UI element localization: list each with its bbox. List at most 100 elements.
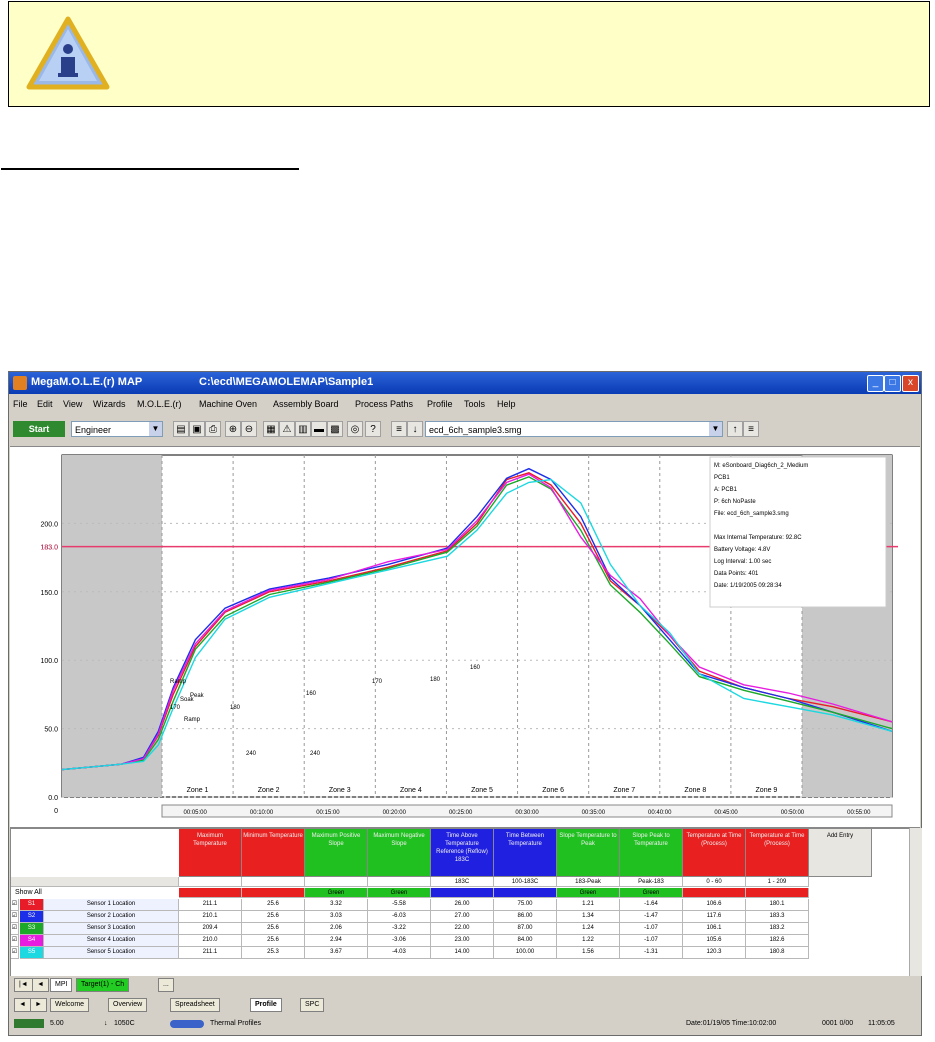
grid-value-cell: 25.3 (242, 947, 305, 959)
refresh-icon[interactable]: ◎ (347, 421, 363, 437)
sensor-name: Sensor 3 Location (44, 923, 179, 935)
toolbar: Start Engineer ▼ ▤ ▣ ⎙ ⊕ ⊖ ▦ ⚠ ▥ ▬ ▩ ◎ ?… (9, 415, 921, 443)
grid-value-cell: 1.24 (557, 923, 620, 935)
grid-value-cell: 183.2 (746, 923, 809, 935)
info-icon (26, 16, 110, 90)
tab-prev-icon[interactable]: ◄ (32, 978, 49, 992)
grid-header: Maximum Negative Slope (368, 829, 431, 877)
chevron-down-icon: ▼ (709, 422, 722, 436)
menu-tools[interactable]: Tools (464, 399, 485, 409)
menu-process-paths[interactable]: Process Paths (355, 399, 413, 409)
help-icon[interactable]: ? (365, 421, 381, 437)
x-tick-label: 00:05:00 (184, 810, 208, 816)
grid-value-cell: 23.00 (431, 935, 494, 947)
ruler-icon[interactable]: ▬ (311, 421, 327, 437)
close-button[interactable]: x (902, 375, 919, 392)
grid-value-cell: 180.1 (746, 899, 809, 911)
grid-spec-cell (368, 877, 431, 887)
menu-mole[interactable]: M.O.L.E.(r) (137, 399, 182, 409)
minimize-button[interactable]: _ (867, 375, 884, 392)
menu-assembly-board[interactable]: Assembly Board (273, 399, 339, 409)
tab-first-icon[interactable]: |◄ (14, 978, 33, 992)
x-tick-label: 00:20:00 (383, 810, 407, 816)
profile-chart[interactable]: Zone 1 Zone 2 Zone 3 Zone 4 Zone 5 Zone 6 Zone… (10, 447, 920, 827)
grid-value-cell: 180.8 (746, 947, 809, 959)
arrow-down-icon[interactable]: ↓ (407, 421, 423, 437)
grid-spec-cell: Peak-183 (620, 877, 683, 887)
grid-value-cell: 120.3 (683, 947, 746, 959)
grid-scrollbar[interactable] (909, 828, 922, 976)
save-icon[interactable]: ▣ (189, 421, 205, 437)
tab-more[interactable]: ... (158, 978, 174, 992)
info-note (8, 1, 930, 107)
start-button[interactable]: Start (13, 421, 65, 437)
menu-machine-oven[interactable]: Machine Oven (199, 399, 257, 409)
row-checkbox-icon: ☑ (11, 911, 19, 923)
profile-file-select[interactable]: ecd_6ch_sample3.smg ▼ (425, 421, 723, 437)
zoom-in-icon[interactable]: ⊕ (225, 421, 241, 437)
legend-line: M: eSonboard_Diag6ch_2_Medium (714, 463, 808, 469)
row-checkbox-icon: ☑ (11, 947, 19, 959)
grid-value-cell: 22.00 (431, 923, 494, 935)
expand-icon[interactable]: ≡ (743, 421, 759, 437)
y-tick-label: 150.0 (40, 590, 58, 597)
grid-value-cell: 106.1 (683, 923, 746, 935)
collapse-icon[interactable]: ≡ (391, 421, 407, 437)
arrow-up-icon[interactable]: ↑ (727, 421, 743, 437)
table-icon[interactable]: ▥ (295, 421, 311, 437)
grid-value-cell: 117.6 (683, 911, 746, 923)
grid-spec-cell (242, 877, 305, 887)
sensor-name: Sensor 2 Location (44, 911, 179, 923)
grid-header: Slope Peak to Temperature (620, 829, 683, 877)
menu-file[interactable]: File (13, 399, 28, 409)
print-icon[interactable]: ⎙ (205, 421, 221, 437)
menu-profile[interactable]: Profile (427, 399, 453, 409)
grid-value-cell: -6.03 (368, 911, 431, 923)
view-next-icon[interactable]: ► (30, 998, 47, 1012)
chart-annotation: 240 (246, 751, 257, 757)
zoom-out-icon[interactable]: ⊖ (241, 421, 257, 437)
legend-line: A: PCB1 (714, 487, 738, 493)
chart-annotation: 160 (470, 665, 481, 671)
menu-view[interactable]: View (63, 399, 82, 409)
grid-value-cell: -1.31 (620, 947, 683, 959)
warning-icon[interactable]: ⚠ (279, 421, 295, 437)
app-title: MegaM.O.L.E.(r) MAP (31, 376, 143, 388)
grid-icon[interactable]: ▩ (327, 421, 343, 437)
tab-welcome[interactable]: Welcome (50, 998, 90, 1012)
sensor-badge: S5 (20, 947, 44, 959)
show-all-checkbox[interactable]: Show All (15, 889, 42, 896)
tab-overview[interactable]: Overview (108, 998, 148, 1012)
mode-select[interactable]: Engineer ▼ (71, 421, 163, 437)
maximize-button[interactable]: □ (884, 375, 901, 392)
legend-line: P: 6ch NoPaste (714, 499, 756, 505)
grid-value-cell: 2.94 (305, 935, 368, 947)
grid-value-cell: 210.0 (179, 935, 242, 947)
app-logo-icon (13, 376, 27, 390)
tab-spc[interactable]: SPC (300, 998, 325, 1012)
grid-value-cell: 27.00 (431, 911, 494, 923)
tab-spreadsheet[interactable]: Spreadsheet (170, 998, 220, 1012)
grid-status-cell (179, 888, 242, 898)
menu-help[interactable]: Help (497, 399, 516, 409)
grid-header: Maximum Positive Slope (305, 829, 368, 877)
grid-value-cell: 26.00 (431, 899, 494, 911)
grid-value-cell: -1.07 (620, 923, 683, 935)
menu-wizards[interactable]: Wizards (93, 399, 126, 409)
grid-value-cell: 25.6 (242, 935, 305, 947)
view-prev-icon[interactable]: ◄ (14, 998, 31, 1012)
grid-status-cell: Green (557, 888, 620, 898)
x-tick-label: 00:50:00 (781, 810, 805, 816)
open-icon[interactable]: ▤ (173, 421, 189, 437)
zone-label: Zone 6 (542, 787, 564, 794)
tab-profile[interactable]: Profile (250, 998, 282, 1012)
zone-label: Zone 2 (258, 787, 280, 794)
tab-mpi[interactable]: MPI (50, 978, 73, 992)
grid-header: Maximum Temperature (179, 829, 242, 877)
y-tick-label: 0.0 (48, 795, 58, 802)
tab-target[interactable]: Target(1) - Ch (76, 978, 130, 992)
status-mode: Thermal Profiles (210, 1020, 261, 1027)
menu-edit[interactable]: Edit (37, 399, 53, 409)
chart-icon[interactable]: ▦ (263, 421, 279, 437)
grid-value-cell: 1.34 (557, 911, 620, 923)
